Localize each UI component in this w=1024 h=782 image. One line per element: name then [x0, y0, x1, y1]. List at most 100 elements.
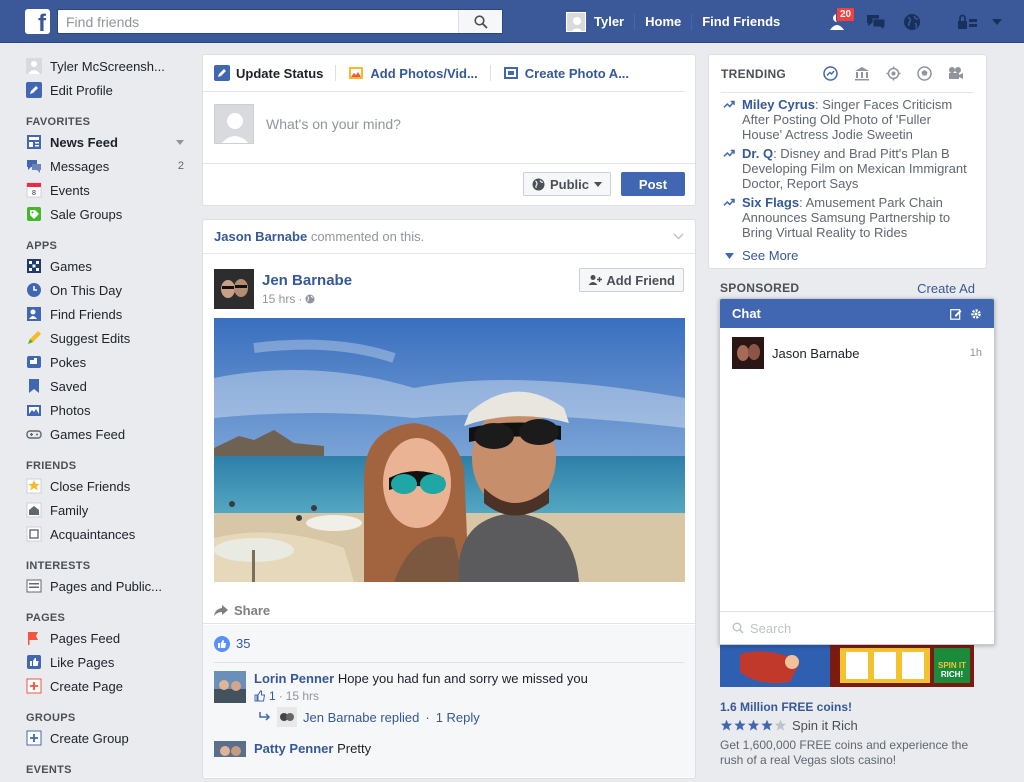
avatar — [214, 104, 254, 144]
pencil-icon — [214, 65, 230, 81]
search-input[interactable] — [58, 10, 458, 33]
create-ad-link[interactable]: Create Ad — [917, 281, 975, 296]
ad-title[interactable]: 1.6 Million FREE coins! — [720, 700, 852, 714]
trending-item[interactable]: Dr. Q: Disney and Brad Pitt's Plan B Dev… — [721, 142, 974, 191]
home-link[interactable]: Home — [645, 14, 681, 29]
nav-like-pages[interactable]: Like Pages — [26, 650, 188, 674]
nav-games-feed[interactable]: Games Feed — [26, 422, 188, 446]
nav-pages-and-public[interactable]: Pages and Public... — [26, 574, 188, 598]
entertainment-icon[interactable] — [948, 66, 964, 81]
gear-icon[interactable] — [970, 308, 982, 320]
nav-edit-profile[interactable]: Edit Profile — [26, 78, 188, 102]
profile-link[interactable]: Tyler — [594, 14, 624, 29]
nav-profile[interactable]: Tyler McScreensh... — [26, 54, 188, 78]
composer-body: What's on your mind? — [203, 92, 695, 164]
nav-events[interactable]: 8 Events — [26, 178, 188, 202]
nav-label: Acquaintances — [50, 526, 136, 542]
politics-icon[interactable] — [854, 66, 870, 81]
facebook-logo[interactable]: f — [25, 9, 50, 34]
sports-icon[interactable] — [917, 66, 932, 81]
status-input[interactable]: What's on your mind? — [266, 104, 401, 144]
profile-avatar[interactable] — [566, 11, 586, 32]
nav-family[interactable]: Family — [26, 498, 188, 522]
top-nav-links: Tyler Home Find Friends — [566, 0, 780, 43]
author-name[interactable]: Jen Barnabe — [262, 272, 352, 289]
nav-find-friends[interactable]: Find Friends — [26, 302, 188, 326]
comment-avatar[interactable] — [214, 741, 246, 757]
notifications-button[interactable] — [894, 0, 930, 43]
nav-create-group[interactable]: Create Group — [26, 726, 188, 750]
account-menu-button[interactable] — [986, 0, 1008, 43]
friend-requests-button[interactable]: 20 — [822, 0, 858, 43]
comment-author[interactable]: Patty Penner — [254, 741, 333, 756]
nav-label: Close Friends — [50, 478, 131, 494]
top-trends-icon[interactable] — [823, 66, 838, 81]
trending-arrow-icon — [723, 100, 735, 108]
story-text: Jason Barnabe commented on this. — [214, 229, 424, 244]
nav-acquaintances[interactable]: Acquaintances — [26, 522, 188, 546]
comment-avatar[interactable] — [214, 671, 246, 703]
nav-news-feed[interactable]: News Feed — [26, 130, 188, 154]
add-friend-button[interactable]: Add Friend — [579, 268, 684, 292]
trending-topic[interactable]: Dr. Q — [742, 146, 773, 161]
nav-close-friends[interactable]: Close Friends — [26, 474, 188, 498]
chevron-down-icon[interactable] — [673, 233, 684, 240]
tab-create-album[interactable]: Create Photo A... — [503, 55, 629, 92]
new-message-icon[interactable] — [950, 308, 962, 320]
comment-likes[interactable]: 1 — [269, 689, 276, 703]
nav-messages[interactable]: Messages 2 — [26, 154, 188, 178]
trending-title: TRENDING — [721, 66, 787, 81]
messages-button[interactable] — [858, 0, 894, 43]
post-actions: Share — [203, 598, 695, 624]
story-actor-link[interactable]: Jason Barnabe — [214, 229, 307, 244]
search-icon — [473, 14, 488, 29]
comment-author[interactable]: Lorin Penner — [254, 671, 334, 686]
comment-replies[interactable]: Jen Barnabe replied · 1 Reply — [203, 703, 695, 727]
privacy-selector[interactable]: Public — [522, 172, 611, 196]
share-icon — [214, 604, 228, 616]
reply-count: 1 Reply — [435, 709, 480, 725]
nav-suggest-edits[interactable]: Suggest Edits — [26, 326, 188, 350]
nav-photos[interactable]: Photos — [26, 398, 188, 422]
thumbs-up-icon[interactable] — [254, 690, 266, 702]
post-button[interactable]: Post — [621, 172, 685, 196]
nav-games[interactable]: Games — [26, 254, 188, 278]
nav-label: Like Pages — [50, 654, 115, 670]
trending-topic[interactable]: Miley Cyrus — [742, 97, 815, 112]
tab-update-status[interactable]: Update Status — [214, 55, 323, 92]
globe-icon[interactable] — [305, 294, 315, 304]
nav-label: Pages Feed — [50, 630, 121, 646]
chat-contact[interactable]: Jason Barnabe 1h — [720, 333, 994, 373]
science-icon[interactable] — [886, 66, 901, 81]
trending-item[interactable]: Six Flags: Amusement Park Chain Announce… — [721, 191, 974, 240]
find-friends-link[interactable]: Find Friends — [702, 14, 780, 29]
interests-heading: INTERESTS — [26, 560, 91, 572]
nav-pages-feed[interactable]: Pages Feed — [26, 626, 188, 650]
trending-topic[interactable]: Six Flags — [742, 195, 799, 210]
rating-stars-icon — [720, 719, 787, 731]
see-more-link[interactable]: See More — [721, 240, 974, 263]
likes-summary[interactable]: 35 — [214, 625, 684, 663]
nav-create-page[interactable]: Create Page — [26, 674, 188, 698]
comment-time[interactable]: 15 hrs — [286, 689, 319, 703]
post-photo[interactable] — [214, 318, 685, 582]
chevron-down-icon[interactable] — [176, 139, 184, 145]
trending-item[interactable]: Miley Cyrus: Singer Faces Criticism Afte… — [721, 93, 974, 142]
nav-pokes[interactable]: Pokes — [26, 350, 188, 374]
nav-label: Messages — [50, 158, 110, 174]
author-avatar[interactable] — [214, 269, 254, 309]
privacy-shortcuts-button[interactable] — [950, 0, 986, 43]
share-button[interactable]: Share — [234, 603, 270, 618]
chat-header[interactable]: Chat — [720, 299, 994, 328]
search-button[interactable] — [458, 10, 502, 33]
tab-add-photos[interactable]: Add Photos/Vid... — [348, 55, 478, 92]
ad-image[interactable]: SPIN IT RICH! — [720, 644, 974, 687]
nav-on-this-day[interactable]: On This Day — [26, 278, 188, 302]
nav-sale-groups[interactable]: Sale Groups — [26, 202, 188, 226]
contact-avatar — [732, 337, 764, 369]
tab-label: Add Photos/Vid... — [370, 65, 478, 81]
chat-search[interactable]: Search — [720, 611, 994, 644]
create-page-icon — [26, 678, 42, 694]
post-time[interactable]: 15 hrs — [262, 292, 295, 306]
nav-saved[interactable]: Saved — [26, 374, 188, 398]
